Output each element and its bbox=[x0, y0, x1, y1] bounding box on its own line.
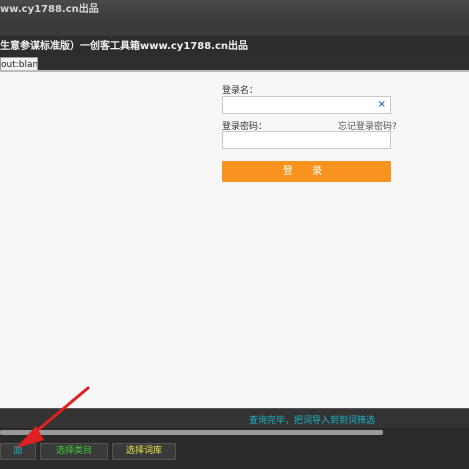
tab-about-blank[interactable]: out:blank bbox=[0, 57, 38, 71]
app-subtitle-text: 生意参谋标准版）一创客工具箱www.cy1788.cn出品 bbox=[0, 41, 248, 52]
window-title: ww.cy1788.cn出品 bbox=[0, 0, 469, 22]
browser-content: 登录名： × 登录密码： 忘记登录密码? bbox=[0, 72, 469, 408]
username-label: 登录名： bbox=[222, 86, 259, 96]
username-field[interactable]: × bbox=[222, 96, 391, 114]
bottom-toolbar: 面 选择类目 选择词库 bbox=[0, 438, 469, 469]
bottom-button-1[interactable]: 面 bbox=[0, 443, 36, 460]
login-button[interactable]: 登 录 bbox=[222, 161, 391, 182]
password-field[interactable] bbox=[222, 131, 391, 149]
app-subtitle: 生意参谋标准版）一创客工具箱www.cy1788.cn出品 bbox=[0, 37, 469, 57]
scrollbar-thumb[interactable] bbox=[0, 430, 383, 435]
horizontal-scrollbar[interactable] bbox=[0, 428, 469, 438]
window-title-text: ww.cy1788.cn出品 bbox=[0, 4, 99, 15]
tab-label: out:blank bbox=[1, 60, 38, 70]
select-category-button[interactable]: 选择类目 bbox=[40, 443, 108, 460]
status-message: 查询完毕，把词导入到到词筛选 bbox=[249, 416, 376, 426]
select-keyword-library-button[interactable]: 选择词库 bbox=[112, 443, 176, 460]
close-icon[interactable]: × bbox=[378, 99, 386, 110]
toolbar-strip bbox=[0, 22, 469, 37]
status-bar: 查询完毕，把词导入到到词筛选 bbox=[0, 408, 469, 429]
